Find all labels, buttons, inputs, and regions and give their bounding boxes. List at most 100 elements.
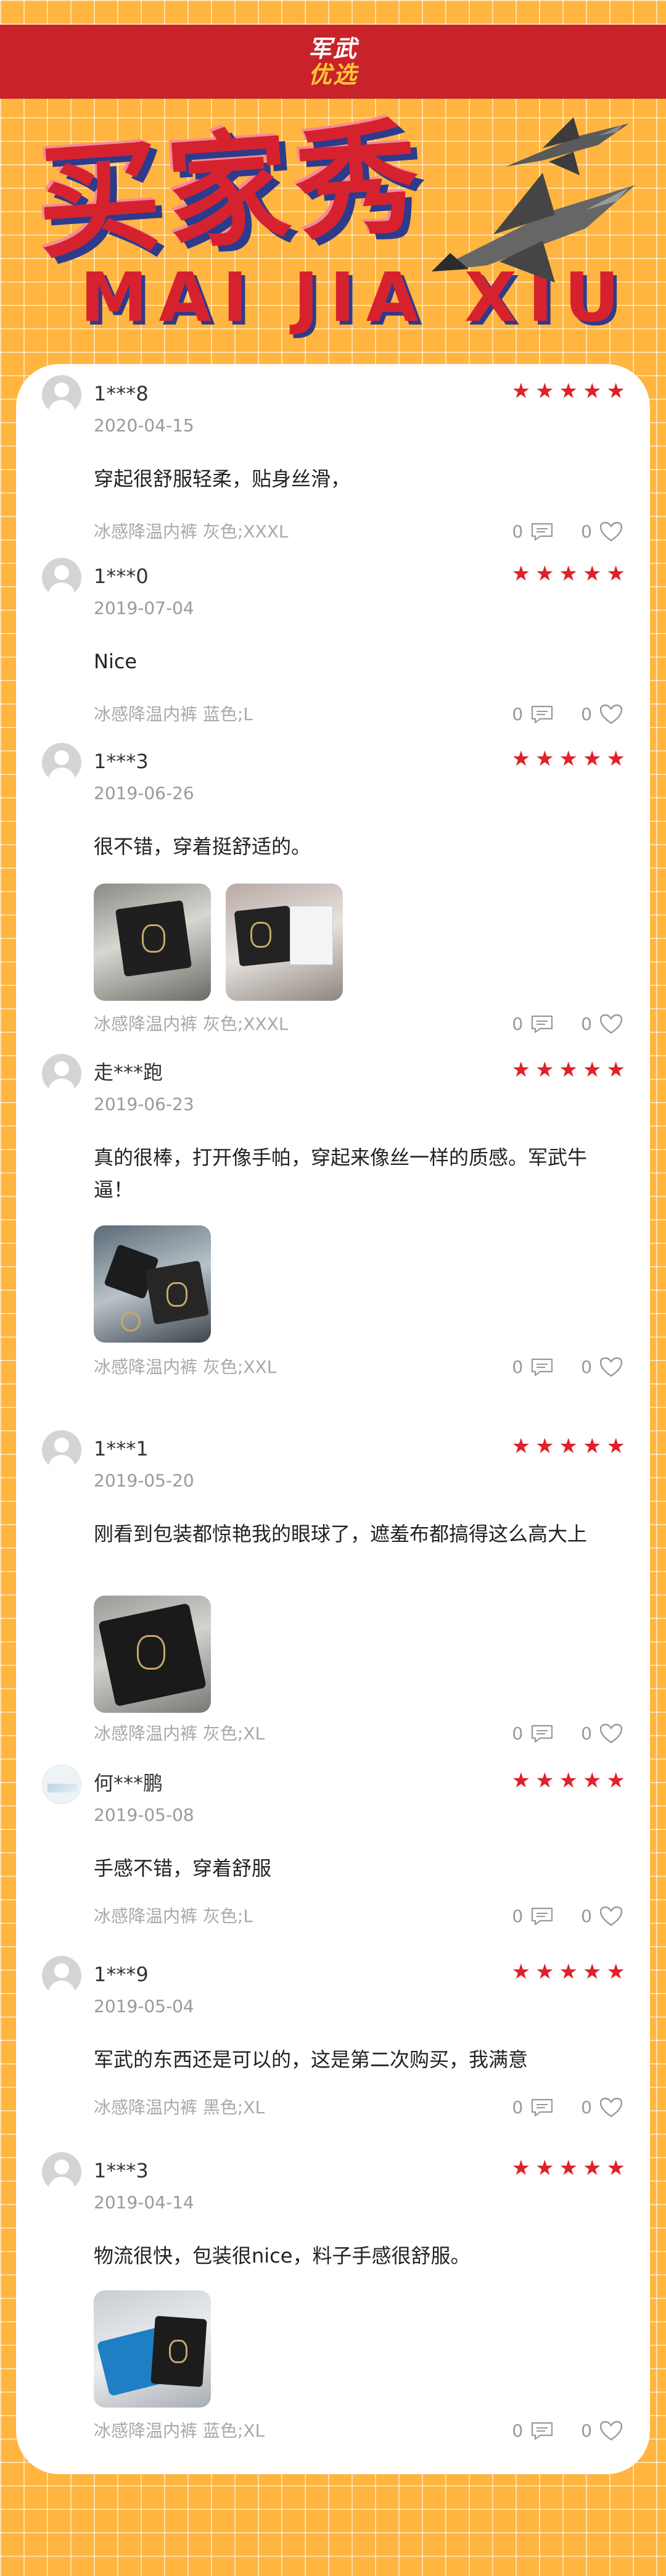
star-icon: ★ (535, 561, 554, 586)
brand-bar: 军武 优选 (0, 25, 666, 99)
product-spec: 冰感降温内裤 灰色;XXXL (94, 521, 289, 542)
comment-button[interactable]: 0 (512, 1723, 554, 1745)
review-date: 2019-07-04 (94, 598, 194, 618)
star-icon: ★ (559, 561, 578, 586)
review-photo[interactable] (226, 884, 343, 1001)
review-actions: 0 0 (512, 1723, 623, 1745)
star-icon: ★ (535, 1960, 554, 1984)
avatar[interactable] (42, 1956, 81, 1995)
avatar[interactable] (42, 1765, 81, 1804)
review-photo[interactable] (94, 2290, 211, 2408)
star-icon: ★ (511, 379, 531, 404)
review-actions: 0 0 (512, 1356, 623, 1378)
like-button[interactable]: 0 (581, 1723, 623, 1745)
like-button[interactable]: 0 (581, 1356, 623, 1378)
rating-stars: ★ ★ ★ ★ ★ (512, 1435, 625, 1457)
review-date: 2019-05-08 (94, 1805, 194, 1825)
star-icon: ★ (606, 561, 625, 586)
heart-icon (599, 1357, 623, 1377)
star-icon: ★ (511, 2156, 531, 2180)
comment-button[interactable]: 0 (512, 1905, 554, 1928)
comment-button[interactable]: 0 (512, 2097, 554, 2119)
star-icon: ★ (559, 2156, 578, 2180)
like-button[interactable]: 0 (581, 703, 623, 726)
heart-icon (599, 1906, 623, 1926)
review-actions: 0 0 (512, 521, 623, 543)
review-date: 2020-04-15 (94, 415, 194, 436)
review-actions: 0 0 (512, 1905, 623, 1928)
product-spec: 冰感降温内裤 灰色;XL (94, 1723, 265, 1744)
review-photo[interactable] (94, 1225, 211, 1343)
star-icon: ★ (606, 1960, 625, 1984)
star-icon: ★ (511, 561, 531, 586)
comment-button[interactable]: 0 (512, 1013, 554, 1035)
review-photo[interactable] (94, 1596, 211, 1713)
star-icon: ★ (559, 1768, 578, 1793)
comment-button[interactable]: 0 (512, 521, 554, 543)
rating-stars: ★ ★ ★ ★ ★ (512, 563, 625, 585)
review-photos (94, 2290, 211, 2408)
review-photo[interactable] (94, 884, 211, 1001)
like-button[interactable]: 0 (581, 1013, 623, 1035)
star-icon: ★ (559, 1434, 578, 1459)
star-icon: ★ (511, 1960, 531, 1984)
product-spec: 冰感降温内裤 黑色;XL (94, 2097, 265, 2118)
comment-count: 0 (512, 2421, 524, 2441)
reviewer-name: 1***1 (94, 1437, 149, 1460)
reviewer-name: 走***跑 (94, 1061, 163, 1084)
like-button[interactable]: 0 (581, 2097, 623, 2119)
like-button[interactable]: 0 (581, 2420, 623, 2442)
hero-title: 买家秀 (32, 106, 430, 276)
avatar[interactable] (42, 743, 81, 782)
comment-button[interactable]: 0 (512, 703, 554, 726)
avatar[interactable] (42, 375, 81, 415)
like-count: 0 (581, 2097, 592, 2118)
star-icon: ★ (606, 1768, 625, 1793)
comment-count: 0 (512, 704, 524, 724)
hero-banner: 买家秀 MAI JIA XIU (0, 99, 666, 364)
star-icon: ★ (583, 1058, 602, 1082)
review-text: 真的很棒，打开像手帕，穿起来像丝一样的质感。军武牛逼！ (94, 1146, 588, 1201)
like-button[interactable]: 0 (581, 1905, 623, 1928)
jet-fighter-icon (432, 173, 635, 283)
like-button[interactable]: 0 (581, 521, 623, 543)
review-text: 手感不错，穿着舒服 (94, 1857, 272, 1880)
review-date: 2019-05-04 (94, 1996, 194, 2016)
review-date: 2019-06-26 (94, 783, 194, 803)
star-icon: ★ (511, 747, 531, 771)
star-icon: ★ (583, 1960, 602, 1984)
star-icon: ★ (535, 1768, 554, 1793)
heart-icon (599, 521, 623, 542)
star-icon: ★ (559, 379, 578, 404)
avatar[interactable] (42, 1054, 81, 1093)
comment-icon (532, 1907, 553, 1926)
star-icon: ★ (606, 1058, 625, 1082)
comment-icon (532, 523, 553, 541)
avatar[interactable] (42, 2152, 81, 2192)
review-date: 2019-05-20 (94, 1470, 194, 1491)
comment-count: 0 (512, 521, 524, 542)
product-spec: 冰感降温内裤 灰色;XXXL (94, 1014, 289, 1034)
reviewer-name: 1***3 (94, 750, 149, 773)
review-date: 2019-06-23 (94, 1094, 194, 1114)
comment-icon (532, 1725, 553, 1743)
star-icon: ★ (559, 747, 578, 771)
star-icon: ★ (511, 1058, 531, 1082)
brand-logo-bottom: 优选 (308, 61, 358, 88)
product-spec: 冰感降温内裤 蓝色;XL (94, 2421, 265, 2441)
review-text: Nice (94, 650, 138, 673)
heart-icon (599, 1723, 623, 1744)
avatar[interactable] (42, 1430, 81, 1470)
review-text: 穿起很舒服轻柔，贴身丝滑， (94, 467, 351, 491)
review-text: 军武的东西还是可以的，这是第二次购买，我满意 (94, 2048, 528, 2071)
comment-button[interactable]: 0 (512, 2420, 554, 2442)
star-icon: ★ (535, 747, 554, 771)
product-spec: 冰感降温内裤 灰色;XXL (94, 1357, 277, 1377)
review-photos (94, 884, 343, 1001)
star-icon: ★ (606, 747, 625, 771)
comment-button[interactable]: 0 (512, 1356, 554, 1378)
review-text: 很不错，穿着挺舒适的。 (94, 835, 311, 858)
rating-stars: ★ ★ ★ ★ ★ (512, 1770, 625, 1792)
avatar[interactable] (42, 558, 81, 597)
review-actions: 0 0 (512, 2097, 623, 2119)
